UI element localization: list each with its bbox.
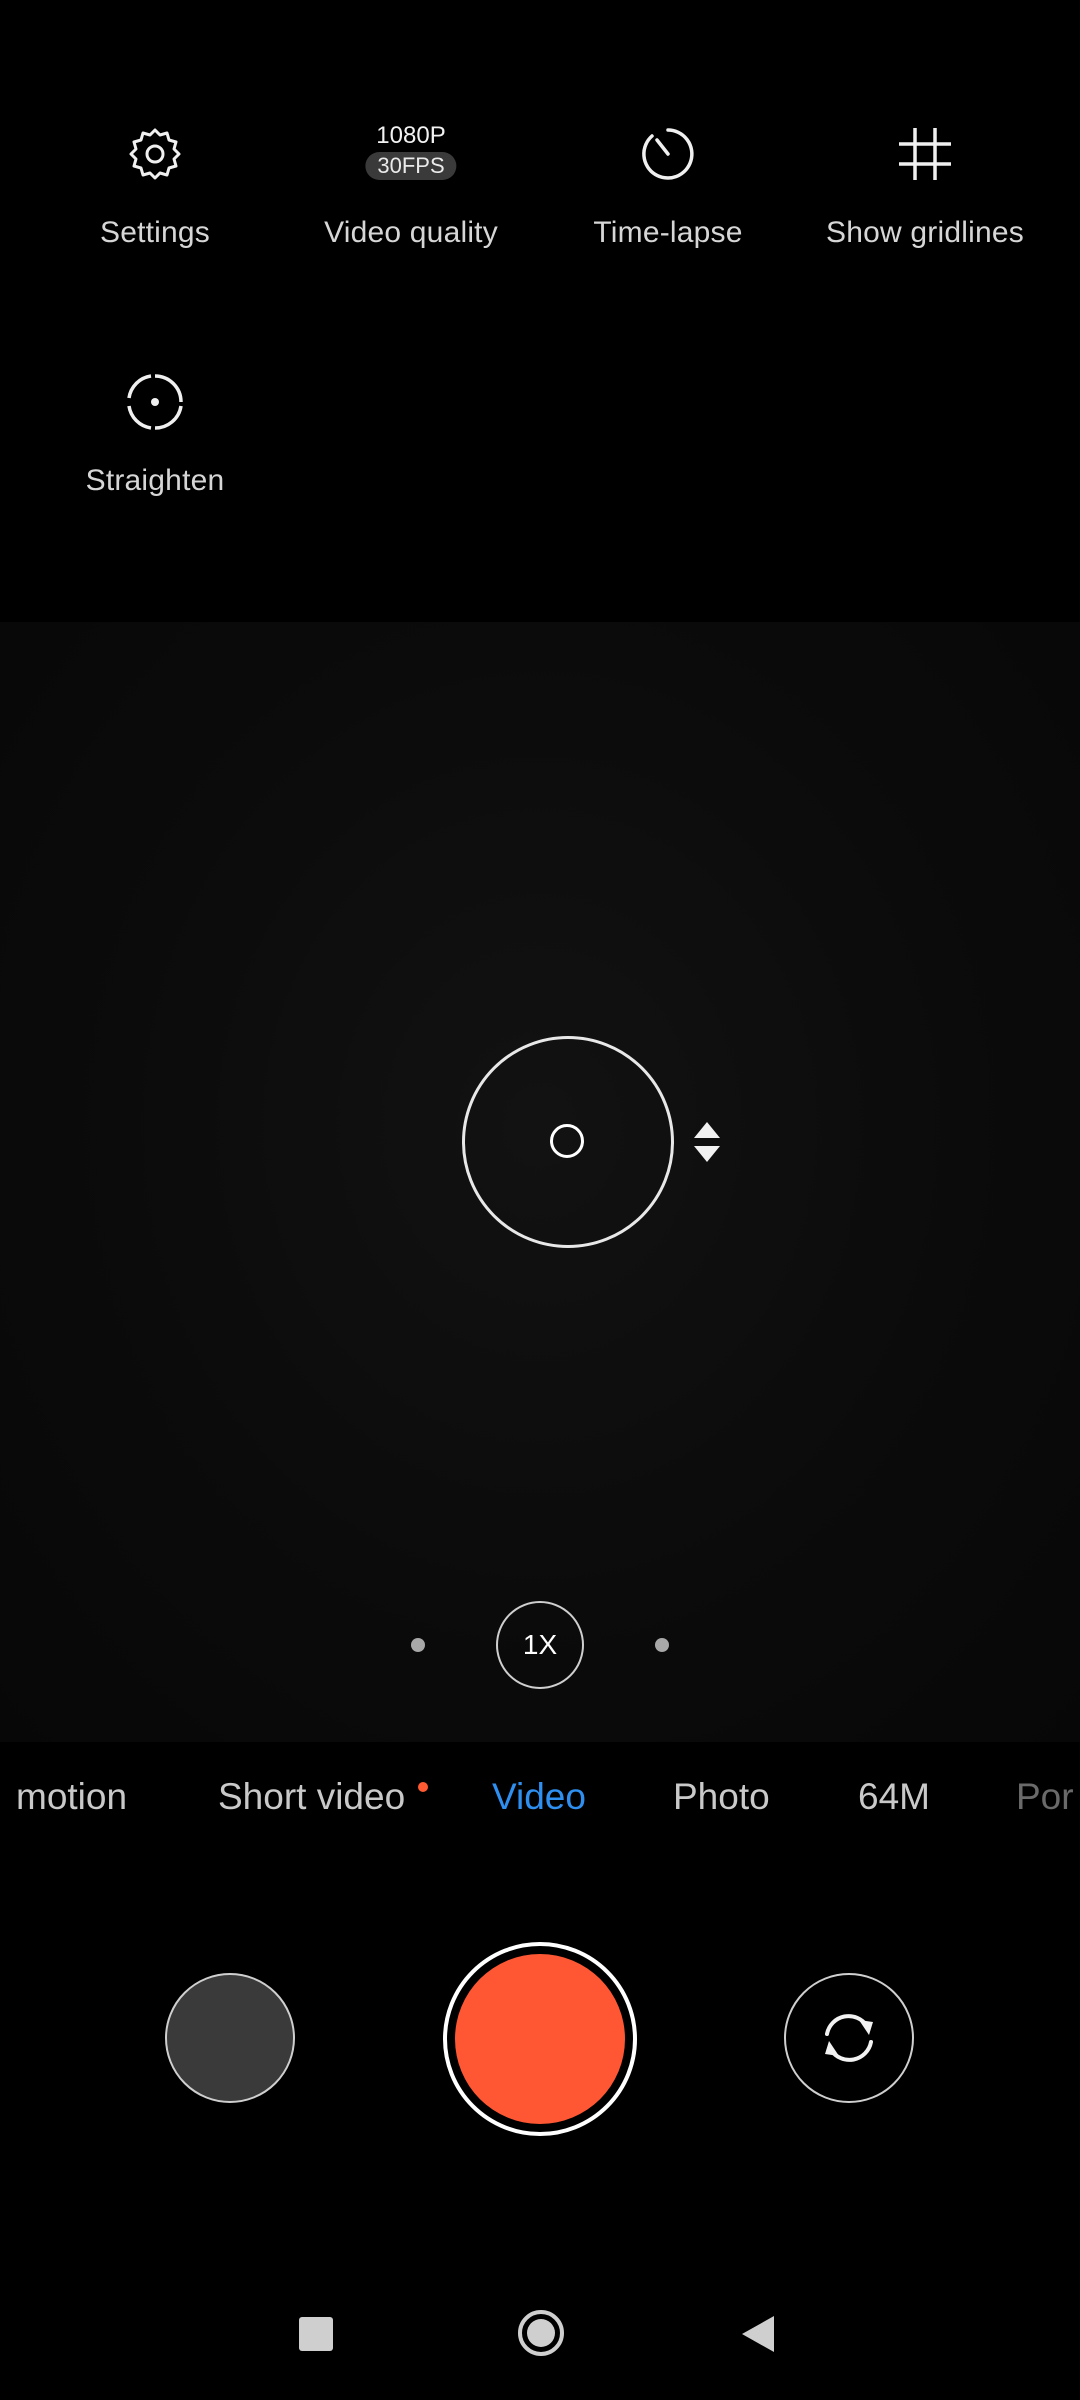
video-resolution: 1080P	[376, 122, 446, 149]
mode-portrait[interactable]: Por	[1016, 1776, 1074, 1818]
video-fps-badge: 30FPS	[365, 152, 457, 180]
exposure-adjust-icon[interactable]	[690, 1120, 724, 1164]
video-quality-label: Video quality	[324, 216, 498, 249]
zoom-option-right[interactable]	[655, 1638, 669, 1652]
gallery-thumbnail-button[interactable]	[165, 1973, 295, 2103]
mode-64m[interactable]: 64M	[858, 1776, 930, 1818]
gear-icon	[129, 128, 181, 180]
mode-short-video[interactable]: Short video	[218, 1776, 405, 1818]
back-button[interactable]	[740, 2314, 776, 2354]
recents-button[interactable]	[299, 2317, 333, 2351]
grid-icon	[899, 128, 951, 180]
switch-camera-icon	[825, 2014, 873, 2062]
level-icon	[127, 374, 183, 430]
zoom-option-left[interactable]	[411, 1638, 425, 1652]
new-badge-dot	[418, 1782, 428, 1792]
time-lapse-button[interactable]: Time-lapse	[533, 120, 803, 260]
time-lapse-label: Time-lapse	[593, 216, 743, 249]
mode-photo[interactable]: Photo	[673, 1776, 770, 1818]
focus-point	[550, 1124, 584, 1158]
home-button[interactable]	[517, 2309, 565, 2357]
mode-video[interactable]: Video	[492, 1776, 586, 1818]
show-gridlines-label: Show gridlines	[826, 216, 1024, 249]
record-button[interactable]	[455, 1954, 625, 2124]
switch-camera-button[interactable]	[784, 1973, 914, 2103]
zoom-level-button[interactable]: 1X	[496, 1601, 584, 1689]
timer-icon	[642, 128, 694, 180]
settings-button[interactable]: Settings	[20, 120, 290, 260]
mode-slow-motion[interactable]: motion	[16, 1776, 127, 1818]
straighten-label: Straighten	[85, 464, 225, 497]
show-gridlines-button[interactable]: Show gridlines	[790, 120, 1060, 260]
video-quality-button[interactable]: 1080P 30FPS Video quality	[276, 120, 546, 260]
straighten-button[interactable]: Straighten	[20, 368, 290, 508]
settings-label: Settings	[100, 216, 210, 249]
